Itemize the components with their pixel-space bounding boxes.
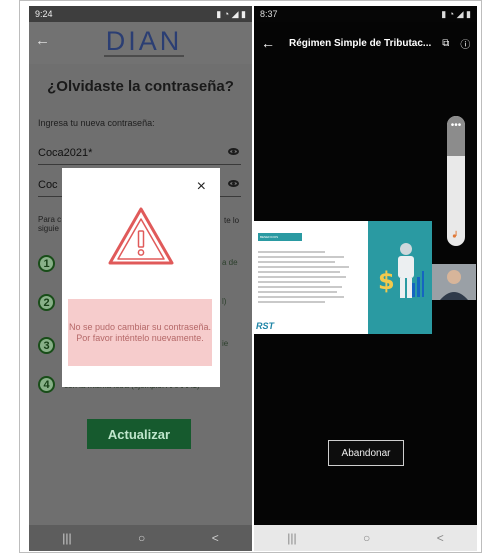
eye-icon[interactable] <box>228 148 239 155</box>
status-icons: ▮ ◔ ◢ ▮ <box>216 8 246 19</box>
eye-icon[interactable] <box>228 180 239 187</box>
page-title: ¿Olvidaste la contraseña? <box>47 78 234 95</box>
business-figure-image: $ <box>378 243 424 298</box>
slide-heading: BENEFICIOS <box>258 233 302 241</box>
new-password-field[interactable]: Coca2021* <box>38 142 241 165</box>
password-prompt: Ingresa tu nueva contraseña: <box>38 118 155 128</box>
step-4-badge: 4 <box>38 376 55 393</box>
status-icons: ▮ ◔ ◢ ▮ <box>441 8 471 19</box>
requirements-note: Para c siguie <box>38 215 62 233</box>
volume-menu-icon[interactable]: ••• <box>447 116 465 156</box>
rst-logo: RST <box>256 321 274 331</box>
error-message: No se pudo cambiar su contraseña. Por fa… <box>68 299 212 366</box>
back-button[interactable]: < <box>212 531 219 545</box>
person-avatar-icon <box>432 264 476 300</box>
dian-logo: DIAN <box>105 26 183 56</box>
presentation-slide: BENEFICIOS $ RST <box>254 221 432 334</box>
step-1-badge: 1 <box>38 255 55 272</box>
step-2-text: l) <box>222 297 227 306</box>
home-button[interactable]: ○ <box>363 531 370 545</box>
right-phone-screen: 8:37 ▮ ◔ ◢ ▮ ← Régimen Simple de Tributa… <box>254 6 477 551</box>
step-3-text: ie <box>222 339 229 348</box>
home-button[interactable]: ○ <box>138 531 145 545</box>
confirm-password-value: Coc <box>38 179 58 191</box>
status-bar: 8:37 ▮ ◔ ◢ ▮ <box>254 6 477 22</box>
back-arrow-icon[interactable]: ← <box>35 32 50 49</box>
warning-icon <box>108 207 174 265</box>
app-header: ← DIAN <box>29 22 252 64</box>
android-nav-bar: ||| ○ < <box>254 525 477 551</box>
meeting-title: Régimen Simple de Tributac... <box>289 37 432 49</box>
leave-button[interactable]: Abandonar <box>328 440 404 466</box>
recents-button[interactable]: ||| <box>287 531 296 545</box>
error-dialog: × No se pudo cambiar su contraseña. Por … <box>62 168 220 387</box>
svg-text:$: $ <box>378 267 395 295</box>
step-1-text: a de <box>222 258 238 267</box>
recents-button[interactable]: ||| <box>62 531 71 545</box>
back-button[interactable]: < <box>437 531 444 545</box>
status-bar: 9:24 ▮ ◔ ◢ ▮ <box>29 6 252 22</box>
volume-slider[interactable]: ••• <box>447 116 465 246</box>
close-icon[interactable]: × <box>197 178 206 196</box>
music-note-icon <box>452 230 457 238</box>
android-nav-bar: ||| ○ < <box>29 525 252 551</box>
update-button[interactable]: Actualizar <box>87 419 191 449</box>
status-time: 9:24 <box>35 9 53 19</box>
participant-video-thumbnail[interactable] <box>432 264 476 300</box>
step-2-badge: 2 <box>38 294 55 311</box>
logo-underline <box>104 55 184 57</box>
meeting-header: ← Régimen Simple de Tributac... ⧉ ⓘ <box>254 22 477 64</box>
back-arrow-icon[interactable]: ← <box>261 35 275 51</box>
new-password-value: Coca2021* <box>38 147 93 159</box>
info-icon[interactable]: ⓘ <box>460 36 470 51</box>
step-3-badge: 3 <box>38 337 55 354</box>
requirements-note-right: te lo <box>224 216 240 225</box>
share-icon[interactable]: ⧉ <box>442 38 449 49</box>
status-time: 8:37 <box>260 9 278 19</box>
slide-bullets <box>258 248 354 303</box>
